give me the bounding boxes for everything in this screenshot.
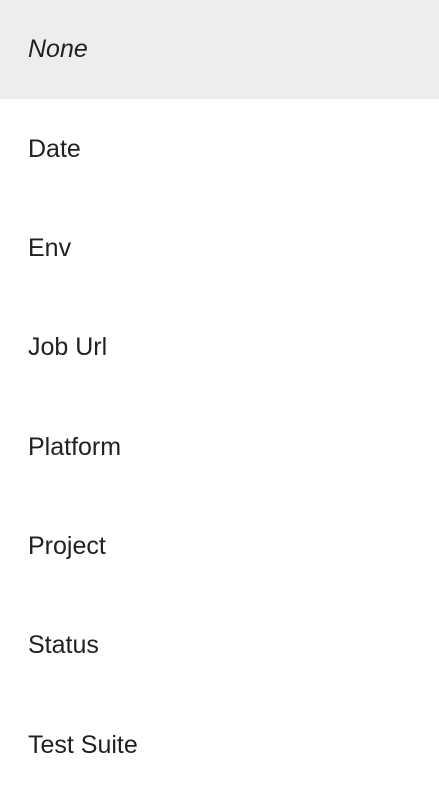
menu-item-date[interactable]: Date [0,99,439,198]
menu-item-job-url[interactable]: Job Url [0,298,439,397]
menu-item-none[interactable]: None [0,0,439,100]
menu-item-platform[interactable]: Platform [0,398,439,497]
menu-item-env[interactable]: Env [0,199,439,298]
menu-item-label: Status [28,631,99,660]
menu-item-label: Job Url [28,333,108,362]
menu-item-status[interactable]: Status [0,596,439,695]
menu-item-test-suite[interactable]: Test Suite [0,696,439,795]
menu-item-label: Project [28,532,106,561]
menu-item-label: Platform [28,432,122,461]
menu-item-label: Env [28,233,72,262]
menu-item-label: Test Suite [28,730,138,759]
menu-item-label: Date [28,134,81,163]
menu-item-project[interactable]: Project [0,497,439,596]
dropdown-menu: None Date Env Job Url Platform Project S… [0,0,439,795]
menu-item-label: None [28,35,88,64]
